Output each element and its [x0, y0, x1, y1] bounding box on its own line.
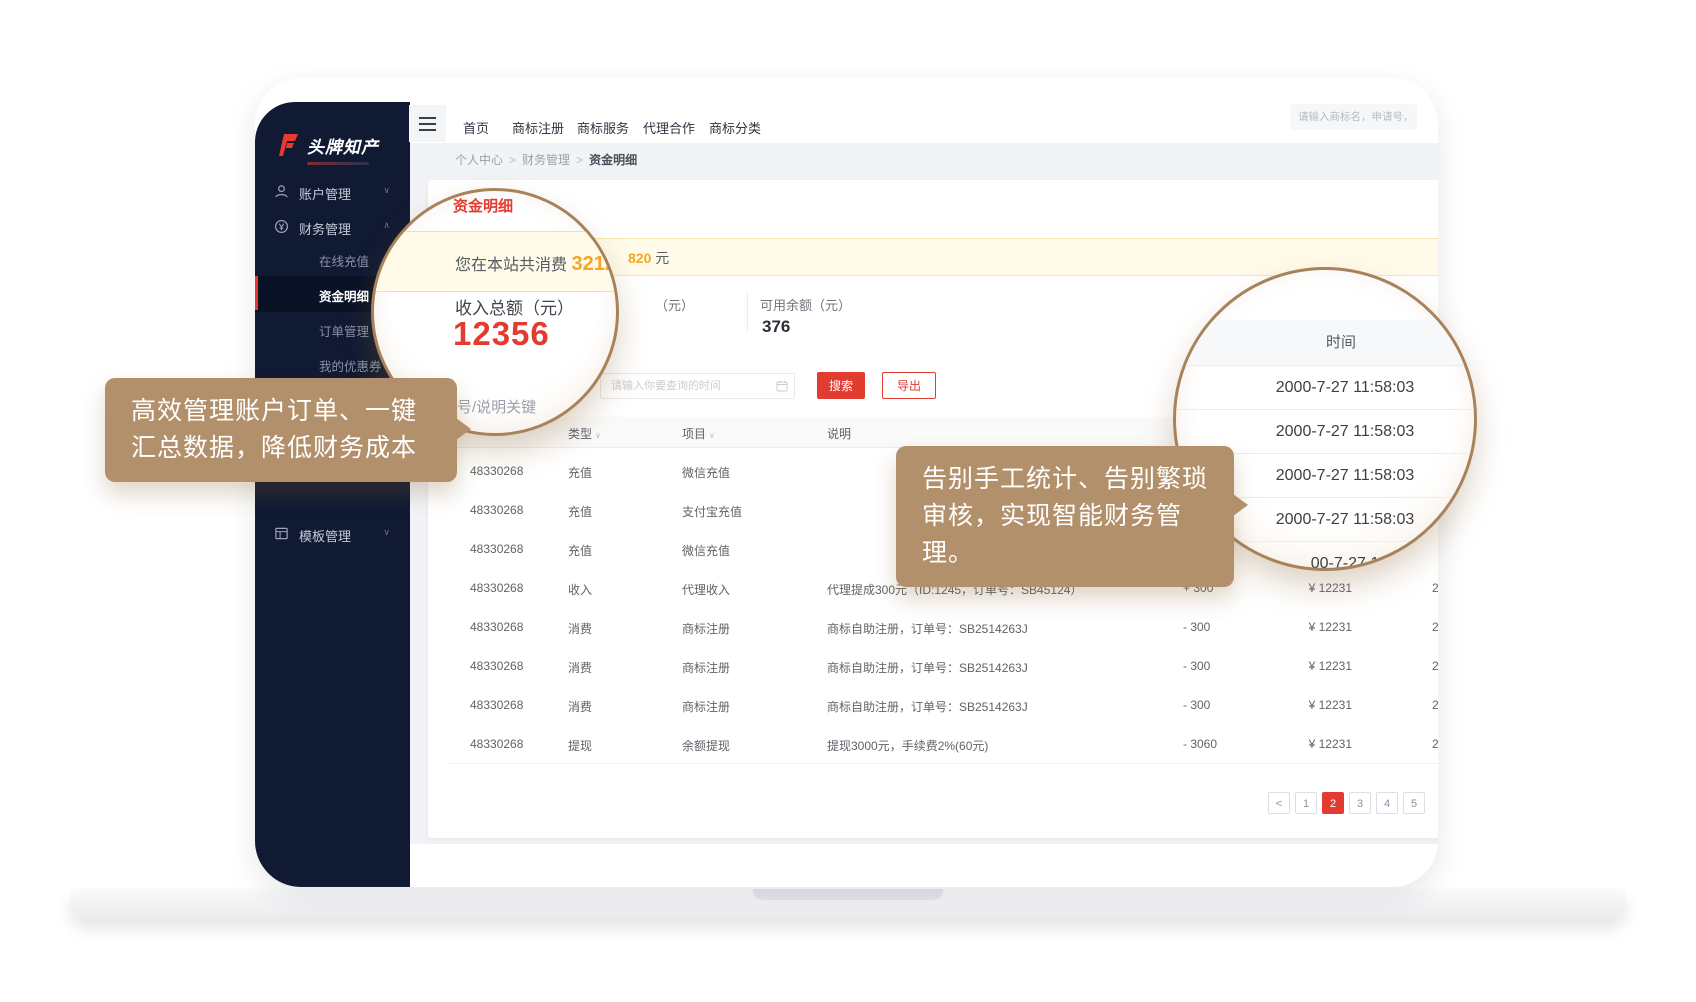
- sidebar-item-label: 财务管理: [299, 219, 351, 238]
- logo-title: 头牌知产: [307, 133, 379, 158]
- laptop-base-notch: [753, 889, 943, 900]
- logo[interactable]: 头牌知产: [275, 132, 379, 158]
- pagination-page-4[interactable]: 4: [1376, 792, 1398, 814]
- breadcrumb: 个人中心>财务管理>资金明细: [455, 151, 637, 168]
- pagination-page-1[interactable]: 1: [1295, 792, 1317, 814]
- nav-item-agency[interactable]: 代理合作: [643, 118, 695, 137]
- column-header-project[interactable]: 项目∨: [682, 425, 715, 442]
- breadcrumb-item[interactable]: 财务管理: [522, 153, 570, 167]
- hamburger-icon: [419, 129, 436, 131]
- template-icon: [274, 526, 289, 541]
- user-icon: [274, 184, 289, 199]
- column-header-desc: 说明: [827, 425, 851, 442]
- hamburger-icon: [419, 123, 436, 125]
- pagination-page-5[interactable]: 5: [1403, 792, 1425, 814]
- date-query-input[interactable]: [600, 373, 795, 399]
- hamburger-menu-button[interactable]: [409, 105, 446, 142]
- logo-subtitle-bar: [307, 162, 369, 165]
- sidebar: 头牌知产 账户管理 ∨ 财务管理 ∧ 在线充值: [255, 102, 410, 887]
- table-row[interactable]: 48330268 提现 余额提现 提现3000元，手续费2%(60元) - 30…: [448, 724, 1438, 764]
- nav-item-trademark-class[interactable]: 商标分类: [709, 118, 761, 137]
- table-row[interactable]: 48330268 消费 商标注册 商标自助注册，订单号：SB2514263J -…: [448, 646, 1438, 686]
- callout-arrow-right-icon: [456, 418, 471, 440]
- magnified-time-header: 时间: [1176, 320, 1477, 366]
- chevron-down-icon: ∨: [383, 185, 390, 196]
- callout-left: 高效管理账户订单、一键汇总数据，降低财务成本: [105, 378, 457, 482]
- magnified-banner: 您在本站共消费 32124 元: [374, 231, 619, 292]
- pagination-page-2-active[interactable]: 2: [1322, 792, 1344, 814]
- breadcrumb-item[interactable]: 个人中心: [455, 153, 503, 167]
- banner-suffix: 元: [655, 250, 669, 266]
- column-header-type[interactable]: 类型∨: [568, 425, 601, 442]
- nav-item-trademark-register[interactable]: 商标注册: [512, 118, 564, 137]
- export-button[interactable]: 导出: [882, 372, 936, 399]
- chevron-down-icon: ∨: [383, 527, 390, 538]
- balance-label: 可用余额（元）: [760, 295, 851, 314]
- breadcrumb-item-current: 资金明细: [589, 153, 637, 167]
- finance-icon: [274, 219, 289, 234]
- callout-right: 告别手工统计、告别繁琐审核，实现智能财务管理。: [896, 446, 1234, 587]
- search-button[interactable]: 搜索: [817, 372, 865, 399]
- nav-item-home[interactable]: 首页: [463, 118, 489, 137]
- logo-icon: [275, 132, 301, 158]
- nav-item-trademark-service[interactable]: 商标服务: [577, 118, 629, 137]
- sidebar-item-account[interactable]: 账户管理 ∨: [255, 176, 410, 208]
- table-row[interactable]: 48330268 消费 商标注册 商标自助注册，订单号：SB2514263J -…: [448, 607, 1438, 647]
- chevron-up-icon: ∧: [383, 220, 390, 231]
- callout-arrow-right-icon: [1233, 494, 1248, 516]
- pagination-prev-button[interactable]: <: [1268, 792, 1290, 814]
- magnified-time-value: 2000-7-27 11:58:03: [1176, 366, 1477, 410]
- sidebar-item-template[interactable]: 模板管理 ∨: [255, 518, 410, 550]
- banner-amount: 820: [628, 250, 651, 266]
- magnified-tab-fragment: 资金明细: [453, 195, 513, 216]
- sidebar-item-label: 模板管理: [299, 526, 351, 545]
- laptop-base: [70, 889, 1626, 919]
- hamburger-icon: [419, 117, 436, 119]
- marketing-stage: 头牌知产 账户管理 ∨ 财务管理 ∧ 在线充值: [0, 0, 1696, 1002]
- calendar-icon[interactable]: [776, 380, 788, 392]
- table-row[interactable]: 48330268 消费 商标注册 商标自助注册，订单号：SB2514263J -…: [448, 685, 1438, 725]
- sort-icon: ∨: [595, 431, 601, 440]
- magnified-banner-amount: 32124: [571, 253, 619, 275]
- sidebar-item-label: 账户管理: [299, 184, 351, 203]
- balance-value: 376: [762, 317, 790, 337]
- search-input[interactable]: [1290, 104, 1417, 130]
- sort-icon: ∨: [709, 431, 715, 440]
- stat-label-partial: （元）: [655, 295, 694, 314]
- pagination-page-3[interactable]: 3: [1349, 792, 1371, 814]
- magnified-income-value: 12356: [453, 315, 550, 353]
- stat-divider: [747, 292, 748, 332]
